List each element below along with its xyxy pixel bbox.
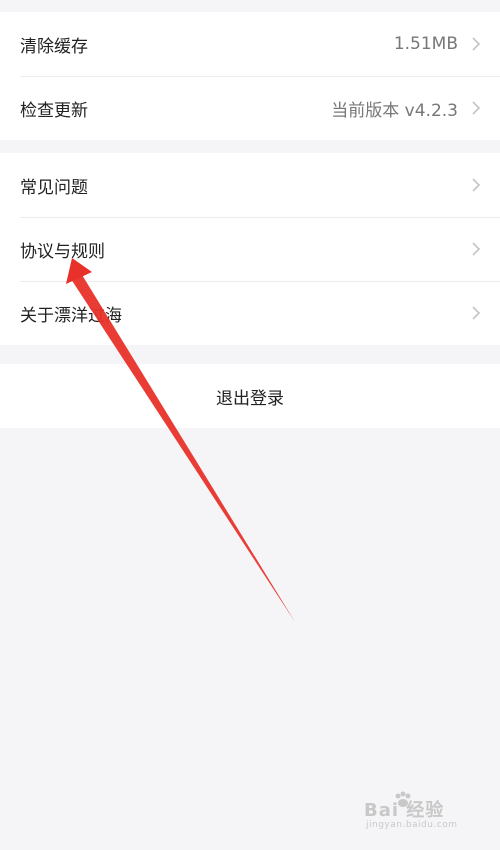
about-app-label: 关于漂洋过海 (20, 305, 122, 326)
check-update-label: 检查更新 (20, 100, 88, 121)
chevron-right-icon (470, 100, 482, 116)
check-update-row[interactable]: 检查更新 当前版本 v4.2.3 (0, 76, 500, 140)
chevron-right-icon (470, 305, 482, 321)
watermark-url: jingyan.baidu.com (366, 820, 458, 830)
logout-label: 退出登录 (216, 388, 284, 409)
watermark-brand: Bai 经验 (364, 800, 445, 821)
faq-row[interactable]: 常见问题 (0, 153, 500, 217)
cache-size-value: 1.51MB (393, 34, 458, 54)
agreement-rules-row[interactable]: 协议与规则 (0, 217, 500, 281)
chevron-right-icon (470, 241, 482, 257)
clear-cache-label: 清除缓存 (20, 36, 88, 57)
chevron-right-icon (470, 36, 482, 52)
settings-group-info: 常见问题 协议与规则 关于漂洋过海 (0, 153, 500, 345)
about-app-row[interactable]: 关于漂洋过海 (0, 281, 500, 345)
agreement-rules-label: 协议与规则 (20, 241, 105, 262)
faq-label: 常见问题 (20, 177, 88, 198)
current-version-value: 当前版本 v4.2.3 (331, 100, 458, 121)
clear-cache-row[interactable]: 清除缓存 1.51MB (0, 12, 500, 76)
logout-button[interactable]: 退出登录 (0, 364, 500, 428)
chevron-right-icon (470, 177, 482, 193)
baidu-watermark: Bai 经验 jingyan.baidu.com (364, 791, 474, 836)
settings-group-storage: 清除缓存 1.51MB 检查更新 当前版本 v4.2.3 (0, 12, 500, 140)
